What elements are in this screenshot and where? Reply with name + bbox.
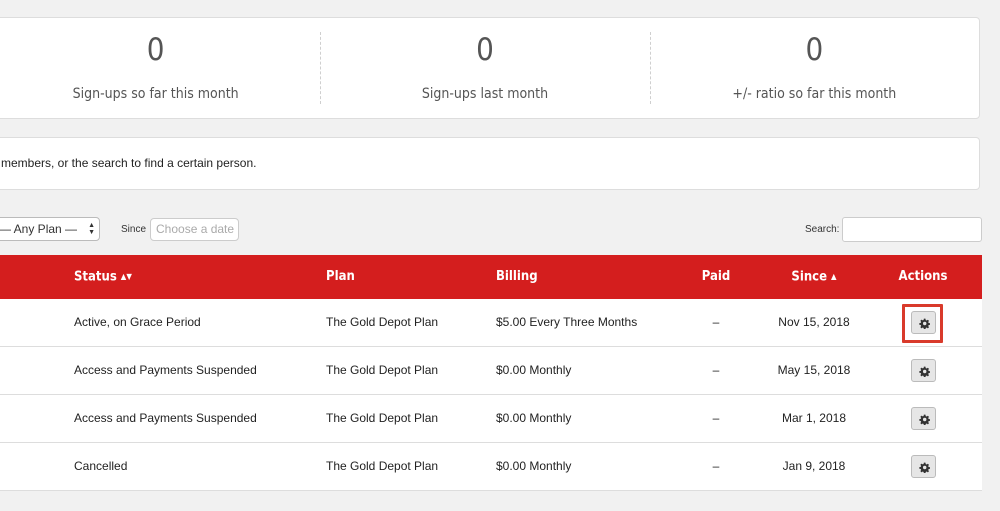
header-status[interactable]: Status ▲▼ <box>74 255 132 299</box>
since-date-input[interactable]: Choose a date <box>150 218 239 241</box>
stat-value: 0 <box>805 32 824 68</box>
cell-actions <box>895 395 951 442</box>
members-table: Status ▲▼ Plan Billing Paid Since ▲ Action… <box>0 255 982 491</box>
row-actions-button[interactable] <box>910 359 936 383</box>
cell-plan: The Gold Depot Plan <box>326 459 439 473</box>
plan-filter-value: — Any Plan — <box>0 222 78 236</box>
cell-since: Jan 9, 2018 <box>782 459 846 473</box>
stat-signups-last-month: 0 Sign-ups last month <box>320 18 649 118</box>
header-since[interactable]: Since ▲ <box>759 255 869 299</box>
stat-signups-this-month: 0 Sign-ups so far this month <box>0 18 320 118</box>
cell-paid: – <box>712 411 720 425</box>
table-row: Access and Payments Suspended The Gold D… <box>0 395 982 443</box>
gear-icon <box>918 414 930 426</box>
stat-value: 0 <box>146 32 165 68</box>
stats-card: 0 Sign-ups so far this month 0 Sign-ups … <box>0 17 980 119</box>
cell-status: Access and Payments Suspended <box>74 363 257 377</box>
cell-paid: – <box>712 363 720 377</box>
cell-since: Mar 1, 2018 <box>781 411 847 425</box>
header-since-label: Since <box>791 269 828 285</box>
cell-status: Active, on Grace Period <box>74 315 201 329</box>
gear-icon <box>918 462 930 474</box>
cell-since: Nov 15, 2018 <box>778 315 850 329</box>
table-row: Active, on Grace Period The Gold Depot P… <box>0 299 982 347</box>
table-row: Cancelled The Gold Depot Plan $0.00 Mont… <box>0 443 982 491</box>
cell-status: Cancelled <box>74 459 128 473</box>
header-paid[interactable]: Paid <box>696 255 736 299</box>
select-arrows-icon: ▲ ▼ <box>88 222 95 236</box>
cell-billing: $0.00 Monthly <box>496 459 572 473</box>
info-card: members, or the search to find a certain… <box>0 137 980 190</box>
cell-paid: – <box>712 459 720 473</box>
cell-billing: $5.00 Every Three Months <box>496 315 638 329</box>
stat-label: Sign-ups last month <box>421 86 549 102</box>
cell-actions <box>895 347 951 394</box>
info-text: members, or the search to find a certain… <box>1 156 257 170</box>
plan-filter-select[interactable]: — Any Plan — ▲ ▼ <box>0 217 100 241</box>
since-label: Since <box>121 224 147 235</box>
header-billing[interactable]: Billing <box>496 255 538 299</box>
stat-label: +/- ratio so far this month <box>732 86 897 102</box>
cell-plan: The Gold Depot Plan <box>326 411 439 425</box>
header-actions: Actions <box>898 269 948 284</box>
cell-billing: $0.00 Monthly <box>496 411 572 425</box>
cell-paid: – <box>712 315 720 329</box>
gear-icon <box>918 366 930 378</box>
cell-status: Access and Payments Suspended <box>74 411 257 425</box>
cell-plan: The Gold Depot Plan <box>326 315 439 329</box>
search-input[interactable] <box>842 217 982 242</box>
sort-both-icon: ▲▼ <box>120 272 132 281</box>
header-plan[interactable]: Plan <box>326 255 355 299</box>
cell-plan: The Gold Depot Plan <box>326 363 439 377</box>
stat-value: 0 <box>476 32 494 68</box>
cell-billing: $0.00 Monthly <box>496 363 572 377</box>
table-row: Access and Payments Suspended The Gold D… <box>0 347 982 395</box>
stat-label: Sign-ups so far this month <box>72 86 239 102</box>
header-status-label: Status <box>74 269 117 285</box>
highlight-box <box>902 304 943 343</box>
sort-asc-icon: ▲ <box>831 272 837 281</box>
cell-since: May 15, 2018 <box>777 363 851 377</box>
cell-actions <box>895 443 951 490</box>
table-header: Status ▲▼ Plan Billing Paid Since ▲ Action… <box>0 255 982 299</box>
stat-ratio-this-month: 0 +/- ratio so far this month <box>649 18 979 118</box>
search-label: Search: <box>805 224 840 235</box>
row-actions-button[interactable] <box>910 455 936 479</box>
row-actions-button[interactable] <box>910 407 936 431</box>
